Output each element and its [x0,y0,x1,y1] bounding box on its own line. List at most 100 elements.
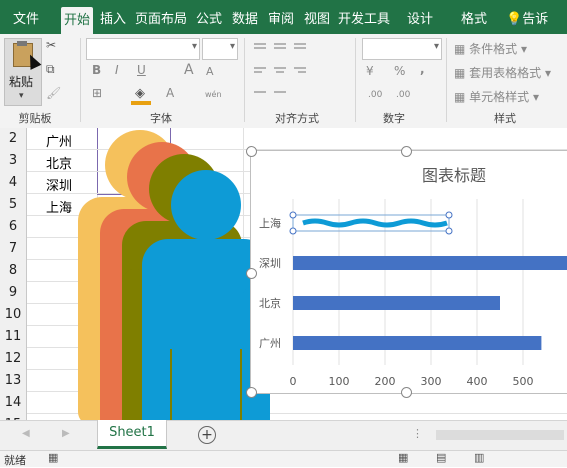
bar-selection-handle[interactable] [445,211,453,219]
tab-page-layout[interactable]: 页面布局 [133,0,189,34]
fill-color-swatch [131,101,151,105]
sheet-tab-bar: ◀ ▶ Sheet1 + ⋮ [0,420,567,451]
increase-decimal-button[interactable]: .00 [368,90,382,100]
font-size-input[interactable]: ▾ [202,38,238,60]
row-header[interactable]: 6 [0,216,27,239]
tab-file[interactable]: 文件 [4,0,48,34]
font-color-button[interactable]: A [166,86,174,100]
bar-selection-handle[interactable] [445,227,453,235]
currency-icon[interactable]: ¥ [366,64,374,78]
page-layout-view-icon[interactable]: ▤ [436,451,446,464]
scroll-left-icon[interactable]: ◀ [22,428,30,439]
y-category-label: 北京 [259,296,281,310]
percent-button[interactable]: % [394,64,405,78]
group-divider [355,38,356,122]
y-category-label: 广州 [259,337,281,350]
resize-handle[interactable] [246,146,257,157]
border-icon[interactable]: ⊞ [92,86,102,100]
page-break-view-icon[interactable]: ▥ [474,451,484,464]
x-tick-label: 0 [290,375,297,388]
group-divider [80,38,81,122]
scroll-right-icon[interactable]: ▶ [62,428,70,439]
bar[interactable] [293,256,567,270]
tab-home[interactable]: 开始 [61,7,93,34]
align-lines-icon [254,43,306,93]
bar-selection-handle[interactable] [289,227,297,235]
font-grow-button[interactable]: A [184,62,194,78]
copy-icon[interactable]: ⧉ [46,62,55,77]
row-header[interactable]: 5 [0,194,27,217]
underline-button[interactable]: U [137,63,146,77]
phonetic-button[interactable]: wén [205,90,222,99]
row-header[interactable]: 11 [0,326,27,349]
bold-button[interactable]: B [92,63,101,77]
row-header[interactable]: 10 [0,304,27,327]
row-header[interactable]: 2 [0,128,27,151]
y-category-label: 上海 [259,216,281,230]
tab-review[interactable]: 审阅 [265,0,297,34]
bar-chart[interactable]: 图表标题 上海 深圳 北京 广州 0 100 200 300 400 500 [246,146,567,398]
italic-button[interactable]: I [115,63,119,77]
number-format-select[interactable]: ▾ [362,38,442,60]
conditional-formatting-button[interactable]: ▦ 条件格式 ▾ [454,40,527,57]
table-icon: ▦ [454,66,466,80]
resize-handle[interactable] [246,268,257,279]
resize-handle[interactable] [401,146,412,157]
cell-styles-button[interactable]: ▦ 单元格样式 ▾ [454,88,539,105]
more-icon[interactable]: ⋮ [412,427,423,440]
add-sheet-icon[interactable]: + [198,426,216,444]
alignment-buttons[interactable] [252,40,332,100]
font-name-input[interactable]: ▾ [86,38,200,60]
row-header[interactable]: 7 [0,238,27,261]
group-divider [244,38,245,122]
font-shrink-button[interactable]: A [206,65,214,78]
cut-icon[interactable]: ✂ [46,38,56,52]
row-header[interactable]: 13 [0,370,27,393]
resize-handle[interactable] [246,387,257,398]
status-bar: 就绪 ▦ ▦ ▤ ▥ [0,450,567,467]
tab-developer[interactable]: 开发工具 [336,0,392,34]
person-icons-overlay [78,130,270,425]
normal-view-icon[interactable]: ▦ [398,451,408,464]
bar[interactable] [293,296,500,310]
lightbulb-icon: 💡 [506,12,523,27]
tab-insert[interactable]: 插入 [97,0,129,34]
x-tick-label: 200 [375,375,396,388]
tab-view[interactable]: 视图 [301,0,333,34]
row-header[interactable]: 12 [0,348,27,371]
tab-data[interactable]: 数据 [229,0,261,34]
paste-button[interactable]: 粘贴 ▾ [4,38,42,106]
row-header[interactable]: 8 [0,260,27,283]
tab-formulas[interactable]: 公式 [193,0,225,34]
x-tick-label: 400 [467,375,488,388]
cell-styles-icon: ▦ [454,90,466,104]
bar[interactable] [293,336,542,350]
row-header[interactable]: 3 [0,150,27,173]
comma-button[interactable]: , [420,62,425,76]
format-painter-icon[interactable]: 🖌 [46,86,61,100]
tab-sheet1[interactable]: Sheet1 [97,420,167,449]
selected-bar-marker [302,218,448,228]
row-header[interactable]: 4 [0,172,27,195]
ribbon: 粘贴 ▾ ✂ ⧉ 🖌 剪贴板 ▾ ▾ B I U A A ⊞ ◈ A wén 字… [0,34,567,129]
group-divider [446,38,447,122]
macro-record-icon[interactable]: ▦ [48,451,58,464]
tell-me-box[interactable]: 💡告诉我... [506,0,567,67]
x-tick-label: 100 [329,375,350,388]
row-header[interactable]: 14 [0,392,27,415]
resize-handle[interactable] [401,387,412,398]
chart-plot-area: 图表标题 上海深圳北京广州 0 100 200 300 400 500 [259,166,567,388]
row-header[interactable]: 9 [0,282,27,305]
x-tick-label: 300 [421,375,442,388]
chart-title[interactable]: 图表标题 [422,166,486,185]
format-as-table-button[interactable]: ▦ 套用表格格式 ▾ [454,64,551,81]
fill-color-icon[interactable]: ◈ [135,86,145,101]
y-category-label: 深圳 [259,257,281,270]
tab-format[interactable]: 格式 [452,0,496,34]
bar-selection-handle[interactable] [289,211,297,219]
chevron-down-icon: ▾ [19,91,24,101]
ribbon-tab-bar: 文件 开始 插入 页面布局 公式 数据 审阅 视图 开发工具 设计 格式 💡告诉… [0,0,567,67]
tab-design[interactable]: 设计 [398,0,442,34]
decrease-decimal-button[interactable]: .00 [396,90,410,100]
horizontal-scrollbar[interactable] [436,430,564,440]
